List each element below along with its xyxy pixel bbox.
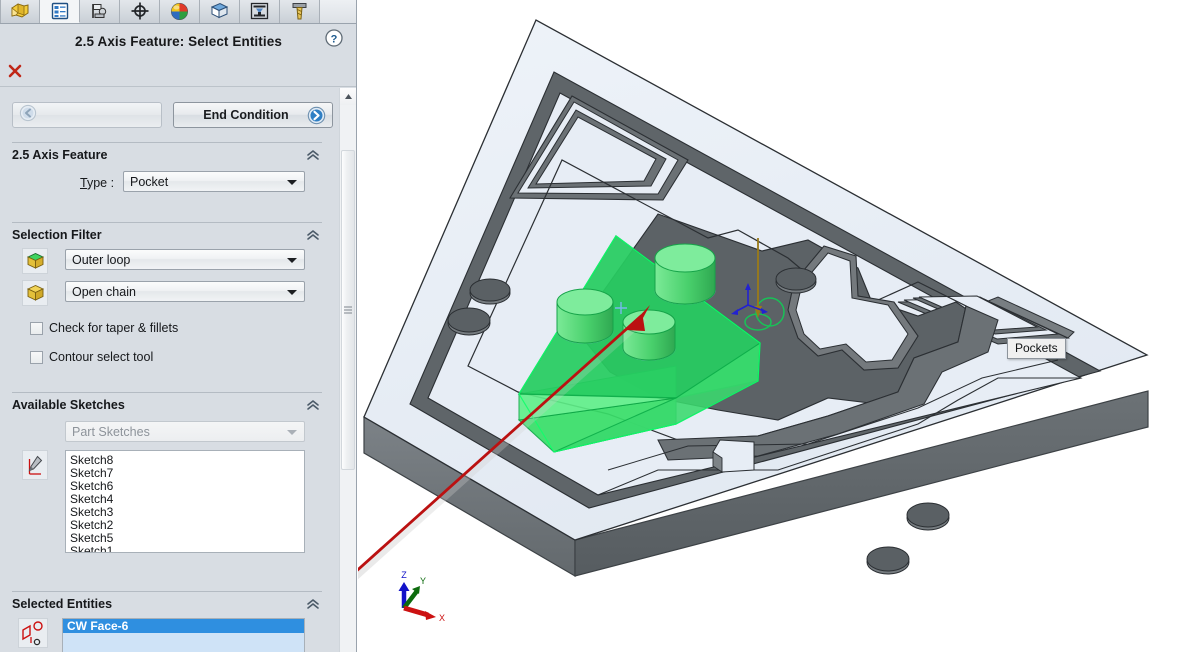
back-button[interactable] (12, 102, 162, 128)
checkbox-box[interactable] (30, 350, 43, 364)
cam-operation-tree-tab[interactable] (40, 0, 80, 23)
configuration-tab[interactable] (120, 0, 160, 23)
check-taper-label: Check for taper & fillets (49, 321, 179, 335)
appearances-tab[interactable] (200, 0, 240, 23)
color-sphere-icon (171, 2, 188, 20)
blue-page-stack-icon (210, 2, 229, 19)
loop-type-select[interactable]: Outer loop (65, 249, 305, 270)
group-title-available-sketches: Available Sketches (12, 398, 125, 412)
vise-clamp-icon (250, 2, 269, 20)
svg-text:?: ? (331, 33, 338, 45)
red-face-entity-icon (18, 618, 48, 648)
end-condition-label: End Condition (203, 108, 289, 122)
red-pencil-sketch-icon (22, 450, 48, 480)
blue-list-document-icon (51, 2, 68, 19)
sketch-source-select[interactable]: Part Sketches (65, 421, 305, 442)
chain-type-value: Open chain (72, 284, 136, 299)
view-orientation-triad: Z Y X (398, 570, 445, 623)
tab-strip-filler (320, 0, 356, 23)
red-x-cancel-icon (8, 64, 22, 78)
scroll-thumb-grip-icon (344, 306, 352, 314)
loop-type-value: Outer loop (72, 252, 131, 267)
yellow-folded-part-icon (11, 3, 29, 18)
cam-machine-setup-tab[interactable] (80, 0, 120, 23)
help-question-icon[interactable]: ? (324, 28, 344, 48)
list-item[interactable]: CW Face-6 (63, 619, 304, 633)
list-item[interactable]: Sketch1 (66, 545, 304, 553)
selected-entities-listbox[interactable]: CW Face-6 (62, 618, 305, 652)
type-label: Type : (80, 176, 115, 190)
cancel-button[interactable] (5, 61, 25, 81)
green-top-face-loop-icon (22, 248, 48, 274)
graphics-viewport[interactable]: Z Y X Pockets (358, 0, 1183, 652)
end-condition-next-button[interactable]: End Condition (173, 102, 333, 128)
collapse-chevron-up-icon[interactable] (306, 228, 320, 246)
back-arrow-icon (19, 104, 37, 127)
group-header-available-sketches[interactable]: Available Sketches (12, 392, 322, 413)
chevron-down-icon (287, 257, 297, 263)
triad-z-label: Z (401, 570, 407, 580)
triad-y-label: Y (420, 576, 426, 586)
collapse-chevron-up-icon[interactable] (306, 148, 320, 166)
available-sketches-listbox[interactable]: Sketch8 Sketch7 Sketch6 Sketch4 Sketch3 Sketc… (65, 450, 305, 553)
checkbox-box[interactable] (30, 321, 43, 335)
triad-x-label: X (439, 613, 445, 623)
cam-feature-tree-tab[interactable] (0, 0, 40, 23)
group-title-selected-entities: Selected Entities (12, 597, 113, 611)
panel-scroll-body: End Condition 2.5 Axis Feature Type: Po… (0, 88, 356, 652)
panel-tab-strip (0, 0, 356, 24)
chain-type-select[interactable]: Open chain (65, 281, 305, 302)
contour-select-tool-checkbox[interactable]: Contour select tool (30, 350, 153, 364)
display-manager-tab[interactable] (160, 0, 200, 23)
group-title-selection-filter: Selection Filter (12, 228, 102, 242)
group-header-feature[interactable]: 2.5 Axis Feature (12, 142, 322, 163)
feature-type-value: Pocket (130, 174, 169, 189)
solidworks-cam-window: 2.5 Axis Feature: Select Entities ? End … (0, 0, 1183, 652)
wizard-nav-row: End Condition (12, 102, 333, 128)
tool-crib-tab[interactable] (280, 0, 320, 23)
panel-vertical-scrollbar[interactable] (339, 88, 356, 652)
check-for-taper-and-fillets-checkbox[interactable]: Check for taper & fillets (30, 321, 178, 335)
chevron-down-icon (287, 289, 297, 295)
panel-title-bar: 2.5 Axis Feature: Select Entities (0, 24, 356, 58)
stock-manager-tab[interactable] (240, 0, 280, 23)
yellow-side-face-chain-icon (22, 280, 48, 306)
chevron-down-icon (287, 179, 297, 185)
command-manager-panel: 2.5 Axis Feature: Select Entities ? End … (0, 0, 357, 652)
scroll-up-arrow-icon[interactable] (340, 88, 356, 105)
part-model-3d-render[interactable]: Z Y X (358, 0, 1183, 652)
collapse-chevron-up-icon[interactable] (306, 398, 320, 416)
chevron-down-icon (287, 429, 297, 435)
contour-select-label: Contour select tool (49, 350, 154, 364)
group-title-feature: 2.5 Axis Feature (12, 148, 108, 162)
group-header-selected-entities[interactable]: Selected Entities (12, 591, 322, 612)
group-header-selection-filter[interactable]: Selection Filter (12, 222, 322, 243)
forward-arrow-icon (307, 106, 326, 130)
pockets-tooltip: Pockets (1007, 338, 1066, 359)
machine-setup-flag-icon (92, 4, 107, 18)
property-manager-action-row (0, 58, 356, 87)
sketch-source-value: Part Sketches (72, 424, 150, 439)
page-title: 2.5 Axis Feature: Select Entities (75, 33, 282, 49)
gold-endmill-icon (292, 2, 307, 19)
feature-type-select[interactable]: Pocket (123, 171, 305, 192)
crosshair-target-icon (131, 2, 148, 20)
scroll-thumb[interactable] (341, 150, 355, 470)
collapse-chevron-up-icon[interactable] (306, 597, 320, 615)
